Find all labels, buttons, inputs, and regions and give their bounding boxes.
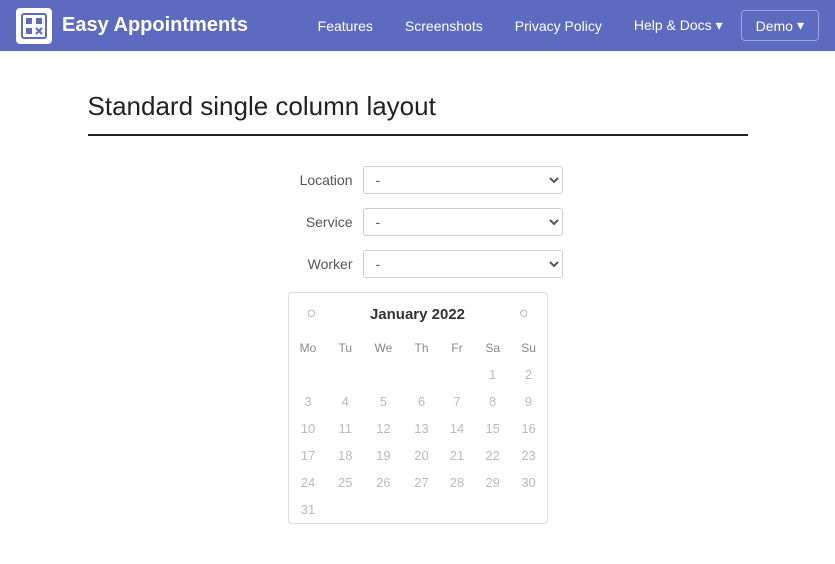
calendar-day[interactable]: 30 xyxy=(511,469,547,496)
navbar: Easy Appointments Features Screenshots P… xyxy=(0,0,835,51)
calendar-day[interactable]: 27 xyxy=(404,469,440,496)
calendar-day[interactable]: 15 xyxy=(475,415,511,442)
calendar-day-headers: Mo Tu We Th Fr Sa Su xyxy=(289,335,547,361)
nav-features[interactable]: Features xyxy=(304,10,387,42)
day-header-sa: Sa xyxy=(475,335,511,361)
calendar-week-2: 10111213141516 xyxy=(289,415,547,442)
calendar-day[interactable]: 29 xyxy=(475,469,511,496)
calendar-grid: Mo Tu We Th Fr Sa Su 1234567891011121314… xyxy=(289,335,547,523)
calendar-day[interactable]: 21 xyxy=(439,442,475,469)
calendar-day xyxy=(327,361,363,388)
main-content: Standard single column layout Location -… xyxy=(68,51,768,564)
calendar-day xyxy=(404,361,440,388)
brand-icon xyxy=(16,8,52,44)
service-label: Service xyxy=(273,214,353,230)
calendar-day[interactable]: 12 xyxy=(363,415,404,442)
page-title: Standard single column layout xyxy=(88,91,748,122)
calendar-day xyxy=(475,496,511,523)
calendar-day[interactable]: 7 xyxy=(439,388,475,415)
worker-select[interactable]: - xyxy=(363,250,563,278)
brand-name: Easy Appointments xyxy=(62,14,248,37)
calendar-day[interactable]: 10 xyxy=(289,415,328,442)
calendar-day[interactable]: 8 xyxy=(475,388,511,415)
calendar-day[interactable]: 2 xyxy=(511,361,547,388)
calendar-header: ○ January 2022 ○ xyxy=(289,293,547,335)
calendar-day xyxy=(289,361,328,388)
calendar-day[interactable]: 20 xyxy=(404,442,440,469)
calendar-week-4: 24252627282930 xyxy=(289,469,547,496)
calendar-day[interactable]: 11 xyxy=(327,415,363,442)
day-header-th: Th xyxy=(404,335,440,361)
day-header-su: Su xyxy=(511,335,547,361)
calendar-day[interactable]: 22 xyxy=(475,442,511,469)
calendar-day xyxy=(327,496,363,523)
service-row: Service - xyxy=(88,208,748,236)
calendar-week-3: 17181920212223 xyxy=(289,442,547,469)
calendar-day[interactable]: 16 xyxy=(511,415,547,442)
calendar-day xyxy=(439,361,475,388)
calendar-day[interactable]: 14 xyxy=(439,415,475,442)
brand-logo[interactable]: Easy Appointments xyxy=(16,8,248,44)
calendar-day[interactable]: 5 xyxy=(363,388,404,415)
location-select[interactable]: - xyxy=(363,166,563,194)
demo-chevron-icon: ▾ xyxy=(797,17,804,34)
divider xyxy=(88,134,748,136)
day-header-tu: Tu xyxy=(327,335,363,361)
calendar-day[interactable]: 25 xyxy=(327,469,363,496)
calendar-day xyxy=(439,496,475,523)
service-select[interactable]: - xyxy=(363,208,563,236)
calendar-day xyxy=(404,496,440,523)
day-header-fr: Fr xyxy=(439,335,475,361)
worker-row: Worker - xyxy=(88,250,748,278)
calendar-day[interactable]: 24 xyxy=(289,469,328,496)
calendar-day[interactable]: 6 xyxy=(404,388,440,415)
calendar-day[interactable]: 31 xyxy=(289,496,328,523)
calendar-next-button[interactable]: ○ xyxy=(513,303,535,325)
calendar-day[interactable]: 13 xyxy=(404,415,440,442)
nav-demo-button[interactable]: Demo ▾ xyxy=(741,10,819,41)
calendar-day[interactable]: 3 xyxy=(289,388,328,415)
day-header-mo: Mo xyxy=(289,335,328,361)
calendar-day[interactable]: 26 xyxy=(363,469,404,496)
calendar-day[interactable]: 23 xyxy=(511,442,547,469)
nav-screenshots[interactable]: Screenshots xyxy=(391,10,497,42)
calendar-wrapper: ○ January 2022 ○ Mo Tu We Th Fr Sa Su xyxy=(88,292,748,524)
calendar: ○ January 2022 ○ Mo Tu We Th Fr Sa Su xyxy=(288,292,548,524)
calendar-day[interactable]: 19 xyxy=(363,442,404,469)
calendar-week-5: 31 xyxy=(289,496,547,523)
nav-privacy-policy[interactable]: Privacy Policy xyxy=(501,10,616,42)
calendar-day[interactable]: 17 xyxy=(289,442,328,469)
calendar-month-label: January 2022 xyxy=(370,306,465,323)
nav-help-docs[interactable]: Help & Docs ▾ xyxy=(620,9,737,42)
calendar-day[interactable]: 9 xyxy=(511,388,547,415)
calendar-prev-button[interactable]: ○ xyxy=(301,303,323,325)
location-row: Location - xyxy=(88,166,748,194)
nav-links: Features Screenshots Privacy Policy Help… xyxy=(304,9,819,42)
calendar-week-1: 3456789 xyxy=(289,388,547,415)
calendar-day[interactable]: 18 xyxy=(327,442,363,469)
calendar-day xyxy=(363,361,404,388)
calendar-week-0: 12 xyxy=(289,361,547,388)
day-header-we: We xyxy=(363,335,404,361)
calendar-day[interactable]: 28 xyxy=(439,469,475,496)
worker-label: Worker xyxy=(273,256,353,272)
calendar-day xyxy=(511,496,547,523)
calendar-day xyxy=(363,496,404,523)
calendar-body: 1234567891011121314151617181920212223242… xyxy=(289,361,547,523)
location-label: Location xyxy=(273,172,353,188)
calendar-day[interactable]: 4 xyxy=(327,388,363,415)
calendar-day[interactable]: 1 xyxy=(475,361,511,388)
